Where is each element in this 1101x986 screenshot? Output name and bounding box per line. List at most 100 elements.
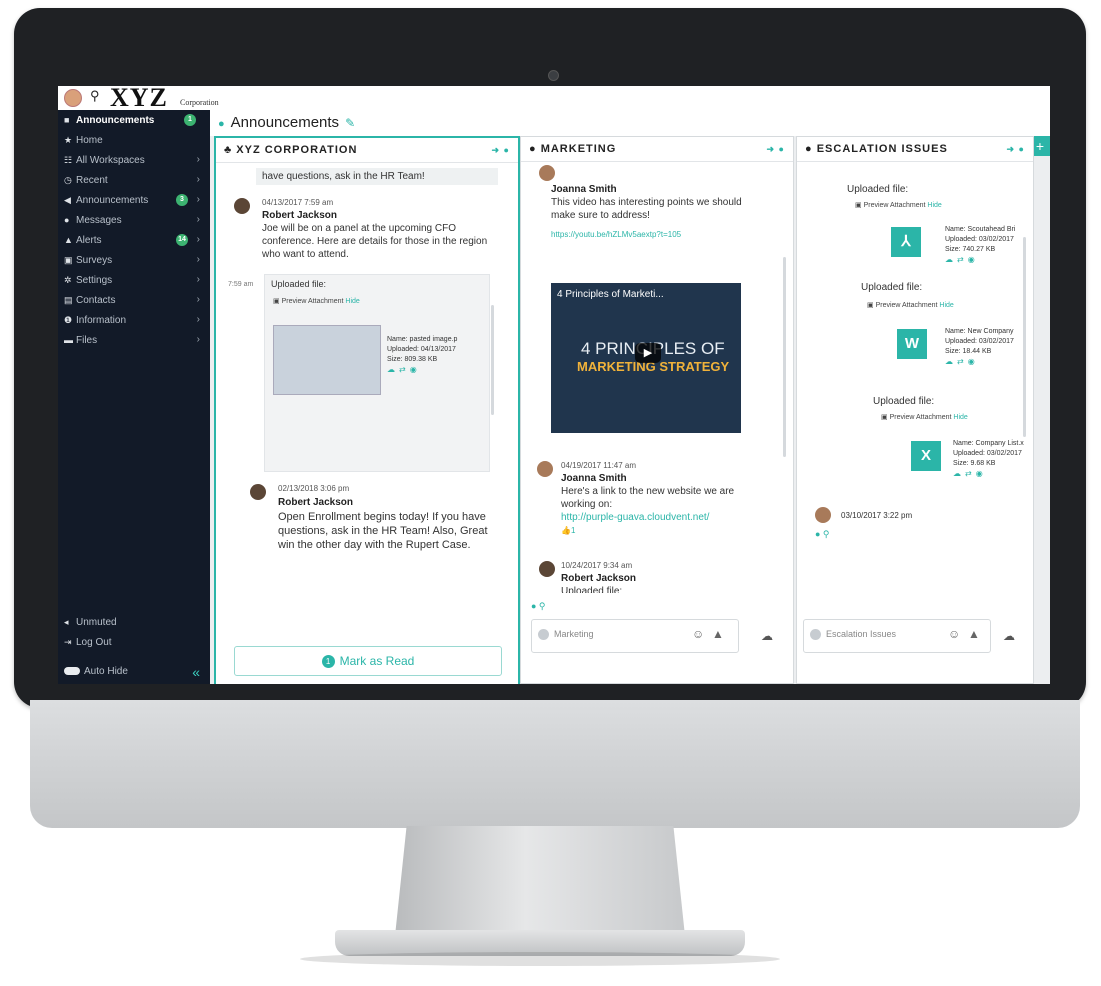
sidebar-item-label: Information (76, 315, 127, 326)
hide-link[interactable]: Hide (345, 298, 359, 305)
like-count-value: 1 (570, 526, 576, 535)
chevron-right-icon: › (196, 294, 200, 305)
attachment-thumbnail[interactable] (273, 325, 381, 395)
column-icon: ● (529, 143, 541, 155)
reaction-search-icons[interactable]: ● ⚲ (815, 529, 830, 540)
sidebar-item-surveys[interactable]: ▣ Surveys › (58, 250, 210, 270)
hide-link[interactable]: Hide (927, 202, 941, 209)
info-icon: ❶ (64, 315, 73, 325)
preview-attachment[interactable]: ▣ Preview Attachment Hide (273, 297, 360, 305)
camera (548, 70, 559, 81)
hide-link[interactable]: Hide (939, 302, 953, 309)
sidebar-item-settings[interactable]: ✲ Settings › (58, 270, 210, 290)
logo-subtitle: Corporation (180, 98, 219, 107)
message-snippet: have questions, ask in the HR Team! (256, 168, 498, 185)
mark-as-read-button[interactable]: 1 Mark as Read (234, 646, 502, 676)
column-xyz-corporation: ♣ XYZ CORPORATION ➜ ● have questions, ask… (214, 136, 520, 684)
attachment-time: 7:59 am (228, 281, 254, 288)
file-size: Size: 18.44 KB (945, 348, 992, 355)
page-title: ● Announcements ✎ (218, 114, 355, 131)
sidebar-item-messages[interactable]: ● Messages › (58, 210, 210, 230)
message-body: Here's a link to the new website we are … (561, 486, 735, 510)
pdf-file-icon[interactable]: ⅄ (891, 227, 921, 257)
message-body: This video has interesting points we sho… (551, 197, 742, 221)
avatar (250, 484, 266, 500)
like-count[interactable]: 👍1 (561, 524, 761, 537)
alert-icon[interactable]: ▲ (968, 627, 980, 641)
logo: XYZ (110, 86, 168, 112)
user-avatar[interactable] (64, 89, 82, 107)
message-input[interactable]: Escalation Issues ☺ ▲ (803, 619, 991, 653)
sidebar-item-announcements[interactable]: ◀ Announcements 3 › (58, 190, 210, 210)
file-meta: Name: pasted image.p Uploaded: 04/13/201… (387, 335, 487, 375)
sidebar-item-all-workspaces[interactable]: ☷ All Workspaces › (58, 150, 210, 170)
sidebar-item-home[interactable]: ★ Home (58, 130, 210, 150)
file-uploaded: Uploaded: 03/02/2017 (945, 236, 1014, 243)
clock-icon: ◷ (64, 175, 72, 185)
file-uploaded: Uploaded: 03/02/2017 (945, 338, 1014, 345)
unmuted-toggle[interactable]: ◂ Unmuted (58, 612, 210, 632)
word-file-icon[interactable]: W (897, 329, 927, 359)
toggle-switch[interactable] (64, 667, 80, 676)
sidebar-item-announcements-top[interactable]: ■ Announcements 1 (58, 110, 210, 130)
hide-link[interactable]: Hide (953, 414, 967, 421)
upload-icon[interactable]: ☁ (1003, 629, 1015, 643)
autohide-toggle[interactable]: Auto Hide (58, 662, 210, 684)
sidebar-item-files[interactable]: ▬ Files › (58, 330, 210, 350)
sidebar-item-contacts[interactable]: ▤ Contacts › (58, 290, 210, 310)
upload-icon[interactable]: ☁ (761, 629, 773, 643)
file-actions[interactable]: ☁⇄◉ (945, 255, 1031, 265)
message-date: 10/24/2017 9:34 am (561, 561, 633, 570)
scrollbar[interactable] (491, 305, 494, 415)
top-bar: ⚲ XYZ Corporation (58, 86, 1050, 112)
message-link[interactable]: http://purple-guava.cloudvent.net/ (561, 511, 761, 524)
emoji-icon[interactable]: ☺ (948, 627, 960, 641)
autohide-label: Auto Hide (84, 666, 128, 677)
video-embed[interactable]: 4 Principles of Marketi... 4 PRINCIPLES … (551, 283, 741, 433)
excel-file-icon[interactable]: X (911, 441, 941, 471)
logout-label: Log Out (76, 637, 112, 648)
file-name: Name: Company List.x (953, 440, 1024, 447)
sidebar-item-recent[interactable]: ◷ Recent › (58, 170, 210, 190)
collapse-sidebar-icon[interactable]: « (192, 664, 200, 680)
column-title: MARKETING (540, 143, 617, 155)
sidebar-item-information[interactable]: ❶ Information › (58, 310, 210, 330)
chevron-right-icon: › (196, 314, 200, 325)
preview-label: Preview Attachment (281, 298, 344, 305)
file-actions[interactable]: ☁⇄◉ (953, 469, 1033, 479)
logout-button[interactable]: ⇥ Log Out (58, 632, 210, 652)
sidebar-item-alerts[interactable]: ▲ Alerts 14 › (58, 230, 210, 250)
column-actions-icon[interactable]: ➜ ● (767, 137, 785, 161)
message-author: Joanna Smith (561, 473, 627, 484)
workspace-icon: ● (218, 118, 225, 130)
column-actions-icon[interactable]: ➜ ● (1007, 137, 1025, 161)
message-body: Open Enrollment begins today! If you hav… (278, 511, 488, 551)
scrollbar[interactable] (783, 257, 786, 457)
column-icon: ● (805, 143, 817, 155)
message-body: Uploaded file: (561, 586, 623, 593)
search-icon[interactable]: ⚲ (90, 88, 100, 104)
monitor-stand (395, 826, 685, 936)
preview-attachment[interactable]: ▣ Preview Attachment Hide (881, 413, 968, 421)
message-input[interactable]: Marketing ☺ ▲ (531, 619, 739, 653)
unread-count: 1 (321, 655, 335, 669)
emoji-icon[interactable]: ☺ (692, 627, 704, 641)
column-title: XYZ CORPORATION (236, 144, 358, 156)
message-link[interactable]: https://youtu.be/hZLMv5aextp?t=105 (551, 228, 757, 241)
reaction-search-icons[interactable]: ● ⚲ (531, 601, 546, 612)
gear-icon: ✲ (64, 275, 72, 285)
preview-attachment[interactable]: ▣ Preview Attachment Hide (855, 201, 942, 209)
edit-icon[interactable]: ✎ (345, 116, 355, 130)
column-actions-icon[interactable]: ➜ ● (492, 138, 510, 162)
message: 10/24/2017 9:34 am Robert Jackson Upload… (561, 559, 761, 593)
play-icon[interactable]: ▶ (635, 343, 661, 363)
sidebar-item-label: Contacts (76, 295, 116, 306)
preview-attachment[interactable]: ▣ Preview Attachment Hide (867, 301, 954, 309)
alert-icon[interactable]: ▲ (712, 627, 724, 641)
message-date: 04/19/2017 11:47 am (561, 461, 637, 470)
message-date: 02/13/2018 3:06 pm (278, 484, 350, 493)
file-actions[interactable]: ☁⇄◉ (387, 365, 487, 375)
scrollbar[interactable] (1023, 237, 1026, 437)
file-actions[interactable]: ☁⇄◉ (945, 357, 1031, 367)
thumbs-up-icon: 👍 (561, 526, 571, 535)
